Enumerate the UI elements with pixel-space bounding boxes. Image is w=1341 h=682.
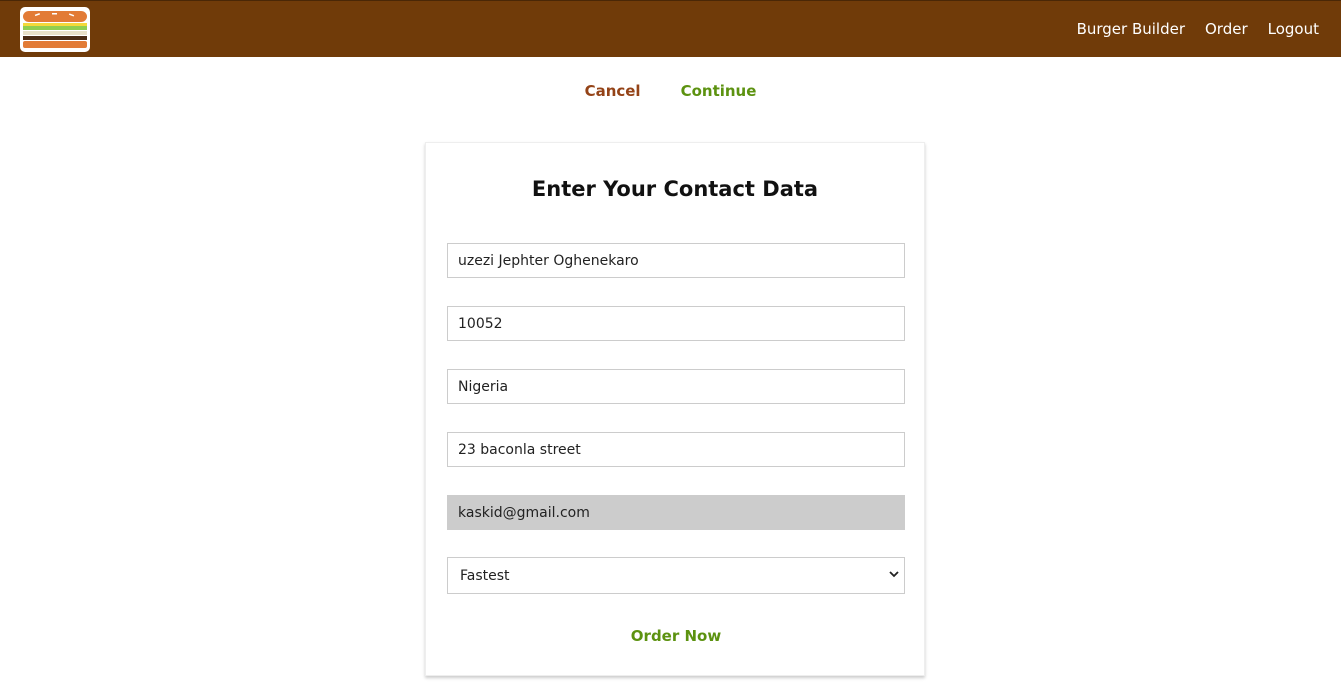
contact-data-card: Enter Your Contact Data Fastest Order No… <box>425 142 925 676</box>
cancel-button[interactable]: Cancel <box>565 80 661 102</box>
nav-link-logout[interactable]: Logout <box>1268 20 1319 38</box>
burger-logo-icon[interactable] <box>20 6 90 52</box>
toolbar: Burger Builder Order Logout <box>0 0 1341 57</box>
order-now-wrapper: Order Now <box>426 625 926 647</box>
checkout-actions: Cancel Continue <box>0 80 1341 102</box>
street-input[interactable] <box>447 432 905 467</box>
order-now-button[interactable]: Order Now <box>611 625 741 647</box>
nav-link-burger-builder[interactable]: Burger Builder <box>1077 20 1185 38</box>
zip-code-input[interactable] <box>447 306 905 341</box>
main-nav: Burger Builder Order Logout <box>1057 20 1319 38</box>
country-input[interactable] <box>447 369 905 404</box>
contact-form-title: Enter Your Contact Data <box>531 177 819 201</box>
delivery-method-select-wrapper: Fastest <box>447 557 905 594</box>
name-input[interactable] <box>447 243 905 278</box>
continue-button[interactable]: Continue <box>661 80 777 102</box>
delivery-method-select[interactable]: Fastest <box>447 557 905 594</box>
email-input[interactable] <box>447 495 905 530</box>
nav-link-order[interactable]: Order <box>1205 20 1248 38</box>
